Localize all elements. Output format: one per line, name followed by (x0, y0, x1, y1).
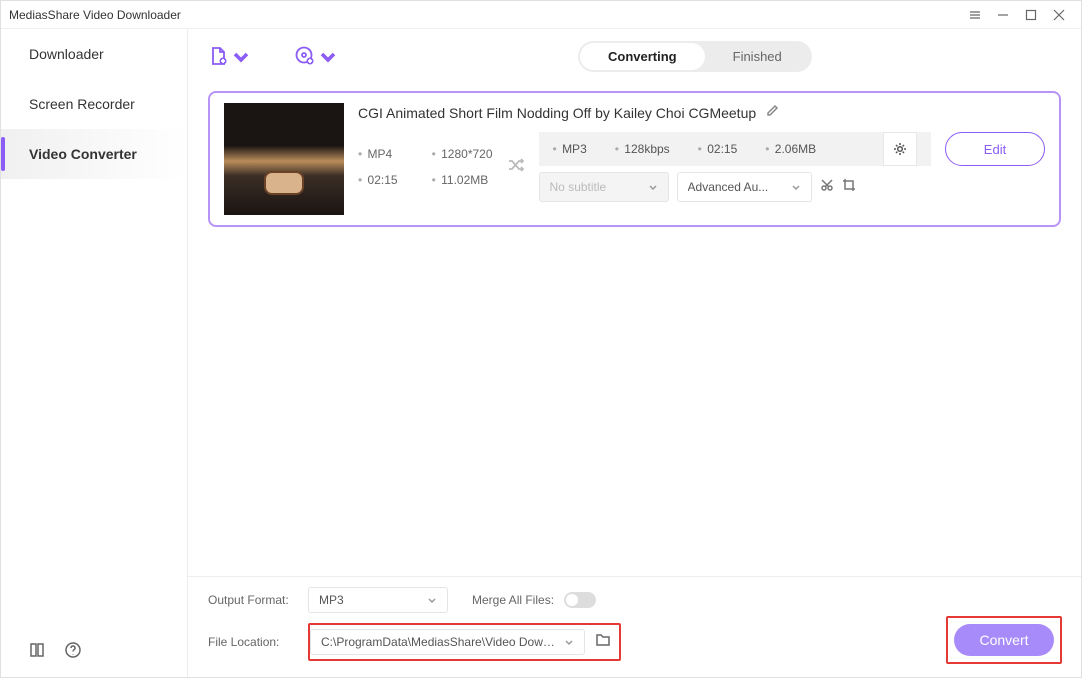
tab-converting[interactable]: Converting (580, 43, 705, 70)
main-panel: Converting Finished CGI Animated Short F… (188, 29, 1081, 677)
file-location-label: File Location: (208, 635, 308, 649)
source-format: MP4 (358, 147, 398, 161)
video-title: CGI Animated Short Film Nodding Off by K… (358, 105, 756, 121)
cut-icon[interactable] (820, 178, 834, 197)
sidebar: Downloader Screen Recorder Video Convert… (1, 29, 188, 677)
bottom-bar: Output Format: MP3 Merge All Files: Conv… (188, 576, 1081, 677)
app-title: MediasShare Video Downloader (9, 8, 181, 22)
sidebar-item-video-converter[interactable]: Video Converter (1, 129, 187, 179)
subtitle-value: No subtitle (550, 180, 640, 194)
browse-folder-icon[interactable] (585, 632, 611, 653)
app-window: MediasShare Video Downloader Downloader … (0, 0, 1082, 678)
sidebar-bottom (1, 627, 187, 677)
target-bitrate: 128kbps (615, 142, 670, 156)
target-meta: MP3 128kbps 02:15 2.06MB (539, 132, 931, 166)
shuffle-icon (507, 156, 525, 179)
file-location-value: C:\ProgramData\MediasShare\Video Downloa (321, 635, 556, 649)
add-file-button[interactable] (208, 46, 251, 66)
sidebar-item-label: Downloader (29, 46, 104, 62)
subtitle-select[interactable]: No subtitle (539, 172, 669, 202)
source-duration: 02:15 (358, 173, 398, 187)
target-duration: 02:15 (698, 142, 738, 156)
book-icon[interactable] (29, 642, 45, 663)
sidebar-item-label: Video Converter (29, 146, 137, 162)
settings-button[interactable] (883, 132, 917, 166)
toolbar: Converting Finished (188, 29, 1081, 83)
title-bar: MediasShare Video Downloader (1, 1, 1081, 29)
close-button[interactable] (1045, 1, 1073, 29)
output-format-label: Output Format: (208, 593, 308, 607)
target-size: 2.06MB (765, 142, 816, 156)
file-location-group: C:\ProgramData\MediasShare\Video Downloa (308, 623, 621, 661)
file-location-select[interactable]: C:\ProgramData\MediasShare\Video Downloa (310, 629, 585, 655)
convert-button[interactable]: Convert (954, 624, 1054, 656)
source-resolution: 1280*720 (432, 147, 493, 161)
advanced-audio-select[interactable]: Advanced Au... (677, 172, 812, 202)
tab-group: Converting Finished (578, 41, 812, 72)
output-format-select[interactable]: MP3 (308, 587, 448, 613)
rename-icon[interactable] (766, 103, 780, 122)
help-icon[interactable] (65, 642, 81, 663)
source-meta: MP4 1280*720 02:15 11.02MB (358, 147, 493, 187)
tab-finished[interactable]: Finished (705, 43, 810, 70)
crop-icon[interactable] (842, 178, 856, 197)
conversion-item: CGI Animated Short Film Nodding Off by K… (208, 91, 1061, 227)
advanced-value: Advanced Au... (688, 180, 783, 194)
source-size: 11.02MB (432, 173, 493, 187)
content-area: CGI Animated Short Film Nodding Off by K… (188, 83, 1081, 576)
edit-button[interactable]: Edit (945, 132, 1045, 166)
video-thumbnail[interactable] (224, 103, 344, 215)
merge-toggle[interactable] (564, 592, 596, 608)
sidebar-item-label: Screen Recorder (29, 96, 135, 112)
target-format: MP3 (553, 142, 587, 156)
minimize-button[interactable] (989, 1, 1017, 29)
hamburger-icon[interactable] (961, 1, 989, 29)
sidebar-item-downloader[interactable]: Downloader (1, 29, 187, 79)
sidebar-item-screen-recorder[interactable]: Screen Recorder (1, 79, 187, 129)
output-format-value: MP3 (319, 593, 419, 607)
merge-label: Merge All Files: (472, 593, 554, 607)
maximize-button[interactable] (1017, 1, 1045, 29)
convert-highlight: Convert (946, 616, 1062, 664)
add-disc-button[interactable] (295, 46, 338, 66)
